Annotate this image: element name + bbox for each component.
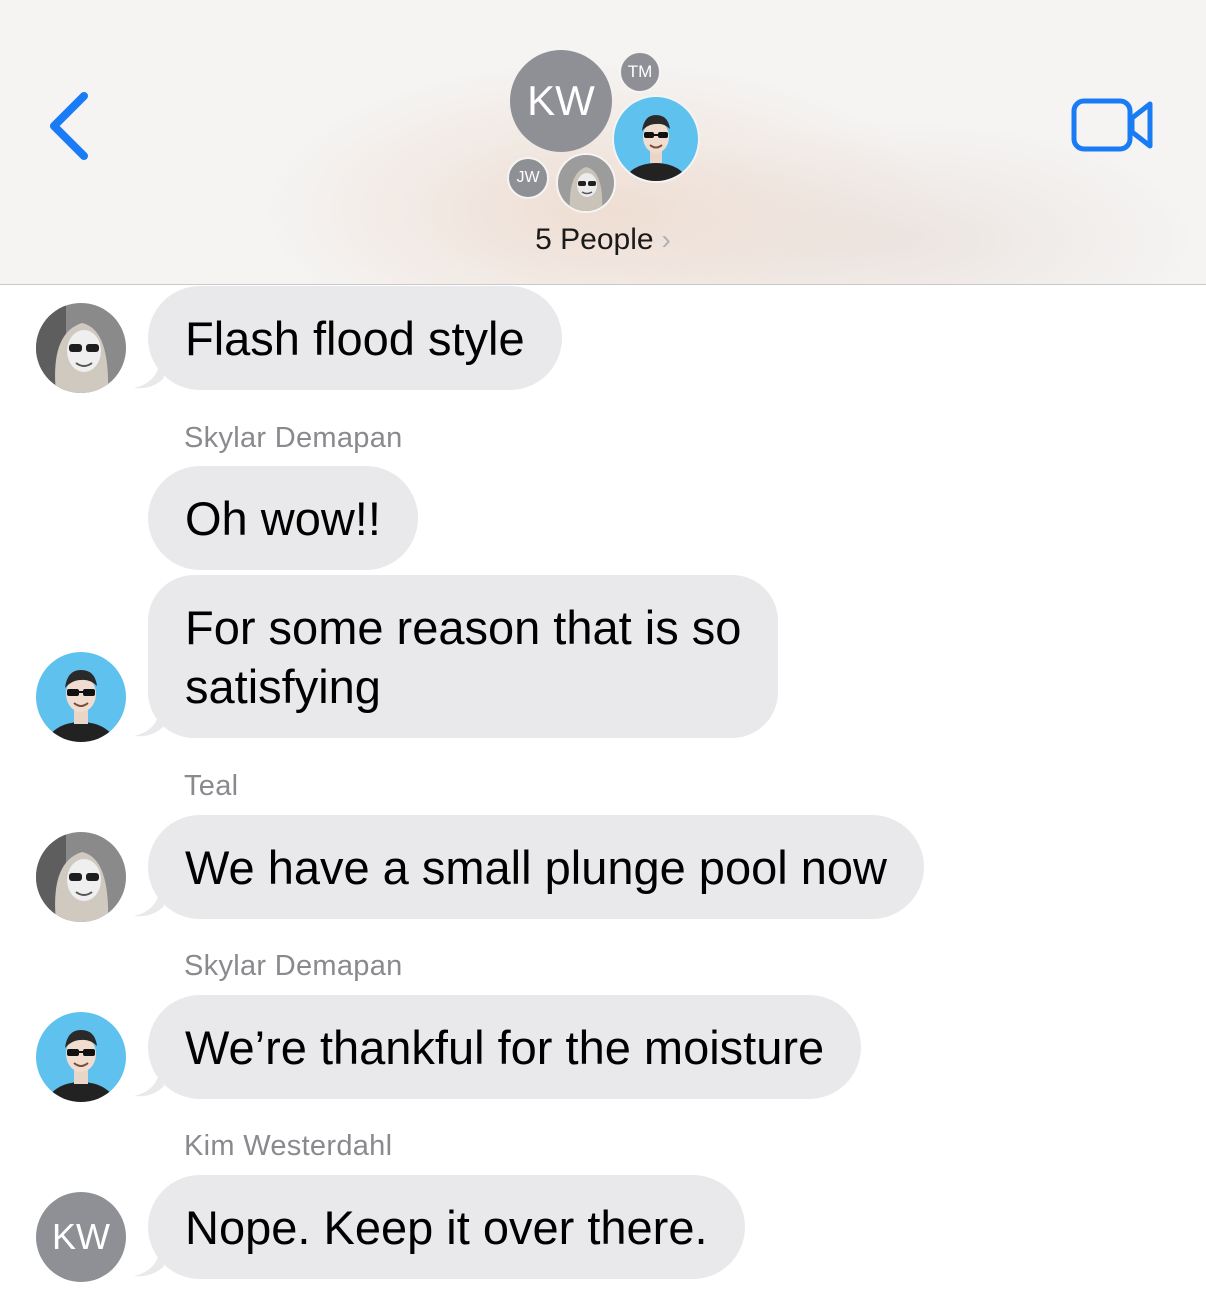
message-text-line: satisfying <box>185 660 381 713</box>
message-text: We’re thankful for the moisture <box>185 1021 825 1074</box>
sender-avatar-skylar[interactable] <box>36 832 126 922</box>
avatar-skylar-photo <box>556 153 616 213</box>
conversation-header: KW TM JW 5 People › <box>0 0 1206 285</box>
sender-name: Teal <box>184 770 239 802</box>
message-text: We have a small plunge pool now <box>185 841 887 894</box>
message-text: Flash flood style <box>185 312 525 365</box>
sender-name: Kim Westerdahl <box>184 1130 393 1162</box>
message-text: Nope. Keep it over there. <box>185 1201 708 1254</box>
sender-avatar-skylar[interactable] <box>36 303 126 393</box>
avatar-kw: KW <box>510 50 612 152</box>
sender-name: Skylar Demapan <box>184 950 403 982</box>
chevron-right-icon: › <box>661 224 671 255</box>
avatar-jw: JW <box>507 157 549 199</box>
sender-avatar-teal[interactable] <box>36 652 126 742</box>
message-bubble[interactable]: We’re thankful for the moisture <box>148 995 862 1099</box>
group-avatar-cluster[interactable]: KW TM JW <box>500 45 710 220</box>
chevron-left-icon <box>50 92 88 160</box>
message-bubble[interactable]: Flash flood style <box>148 286 562 390</box>
avatar-initials: KW <box>52 1216 110 1257</box>
avatar-tm: TM <box>619 51 661 93</box>
video-call-button[interactable] <box>1070 96 1156 154</box>
video-camera-icon <box>1071 98 1153 152</box>
message-bubble[interactable]: Nope. Keep it over there. <box>148 1175 745 1279</box>
message-bubble[interactable]: Oh wow!! <box>148 466 418 570</box>
message-bubble[interactable]: We have a small plunge pool now <box>148 815 924 919</box>
sender-avatar-kw[interactable]: KW <box>36 1192 126 1282</box>
people-count-label: 5 People <box>535 223 654 256</box>
avatar-teal-photo <box>612 95 700 183</box>
sender-avatar-teal[interactable] <box>36 1012 126 1102</box>
back-button[interactable] <box>44 90 94 162</box>
message-bubble[interactable]: For some reason that is so satisfying <box>148 575 779 738</box>
people-count-link[interactable]: 5 People › <box>0 223 1206 257</box>
message-text-line: For some reason that is so <box>185 601 742 654</box>
sender-name: Skylar Demapan <box>184 422 403 454</box>
message-text: Oh wow!! <box>185 492 381 545</box>
